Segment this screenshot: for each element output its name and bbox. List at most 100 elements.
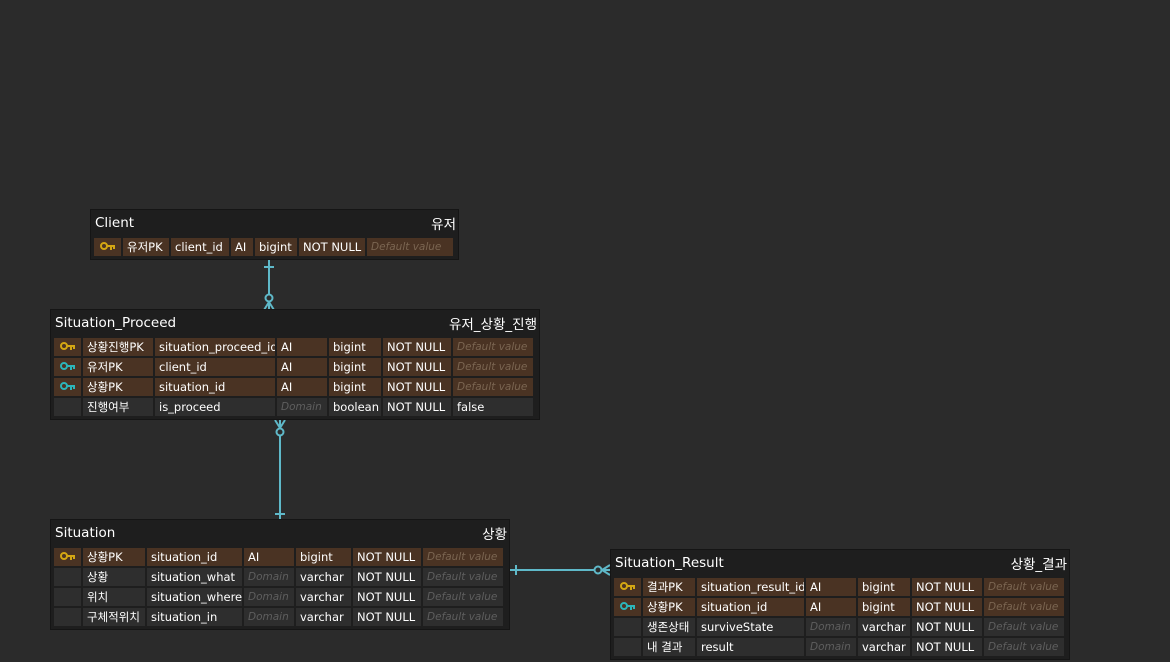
type-cell[interactable]: varchar [858, 638, 910, 656]
nullable-cell[interactable]: NOT NULL [912, 638, 982, 656]
default-cell[interactable]: Default value [423, 568, 503, 586]
physical-name-cell[interactable]: client_id [155, 358, 275, 376]
relation-situation-situation-result[interactable] [510, 564, 611, 576]
column-row[interactable]: 유저PK client_id AI bigint NOT NULL Default val… [54, 358, 537, 376]
logical-name-cell[interactable]: 상황 [83, 568, 145, 586]
physical-name-cell[interactable]: situation_result_id [697, 578, 804, 596]
logical-name-cell[interactable]: 구체적위치 [83, 608, 145, 626]
type-cell[interactable]: boolean [329, 398, 381, 416]
type-cell[interactable]: varchar [296, 568, 351, 586]
entity-situation-result[interactable]: Situation_Result 상황_결과 결과PK situation_res… [610, 549, 1070, 660]
physical-name-cell[interactable]: is_proceed [155, 398, 275, 416]
domain-cell[interactable]: AI [244, 548, 294, 566]
default-cell[interactable]: Default value [423, 608, 503, 626]
type-cell[interactable]: varchar [296, 608, 351, 626]
column-row[interactable]: 상황PK situation_id AI bigint NOT NULL Default … [614, 598, 1067, 616]
default-cell[interactable]: Default value [453, 378, 533, 396]
domain-cell[interactable]: Domain [277, 398, 327, 416]
default-cell[interactable]: Default value [453, 338, 533, 356]
domain-cell[interactable]: Domain [244, 588, 294, 606]
nullable-cell[interactable]: NOT NULL [383, 378, 451, 396]
domain-cell[interactable]: Domain [244, 608, 294, 626]
domain-cell[interactable]: AI [277, 358, 327, 376]
nullable-cell[interactable]: NOT NULL [912, 618, 982, 636]
entity-situation-proceed[interactable]: Situation_Proceed 유저_상황_진행 상황진행PK situati… [50, 309, 540, 420]
nullable-cell[interactable]: NOT NULL [299, 238, 365, 256]
logical-name-cell[interactable]: 유저PK [123, 238, 169, 256]
type-cell[interactable]: bigint [858, 578, 910, 596]
nullable-cell[interactable]: NOT NULL [912, 598, 982, 616]
default-cell[interactable]: Default value [367, 238, 453, 256]
physical-name-cell[interactable]: surviveState [697, 618, 804, 636]
key-cell [54, 588, 81, 606]
domain-cell[interactable]: AI [231, 238, 253, 256]
column-row[interactable]: 결과PK situation_result_id AI bigint NOT NULL D… [614, 578, 1067, 596]
default-cell[interactable]: Default value [423, 588, 503, 606]
type-cell[interactable]: bigint [329, 338, 381, 356]
logical-name-cell[interactable]: 결과PK [643, 578, 695, 596]
logical-name-cell[interactable]: 내 결과 [643, 638, 695, 656]
column-row[interactable]: 내 결과 result Domain varchar NOT NULL Default v… [614, 638, 1067, 656]
physical-name-cell[interactable]: situation_in [147, 608, 242, 626]
domain-cell[interactable]: Domain [244, 568, 294, 586]
default-cell[interactable]: Default value [453, 358, 533, 376]
domain-cell[interactable]: Domain [806, 618, 856, 636]
nullable-cell[interactable]: NOT NULL [383, 398, 451, 416]
logical-name-cell[interactable]: 생존상태 [643, 618, 695, 636]
column-row[interactable]: 상황 situation_what Domain varchar NOT NULL Def… [54, 568, 507, 586]
type-cell[interactable]: bigint [858, 598, 910, 616]
domain-cell[interactable]: AI [277, 338, 327, 356]
domain-cell[interactable]: Domain [806, 638, 856, 656]
type-cell[interactable]: bigint [329, 358, 381, 376]
type-cell[interactable]: bigint [255, 238, 297, 256]
column-row[interactable]: 상황PK situation_id AI bigint NOT NULL Default … [54, 378, 537, 396]
type-cell[interactable]: varchar [858, 618, 910, 636]
column-row[interactable]: 위치 situation_where Domain varchar NOT NULL De… [54, 588, 507, 606]
nullable-cell[interactable]: NOT NULL [353, 568, 421, 586]
physical-name-cell[interactable]: situation_proceed_id [155, 338, 275, 356]
physical-name-cell[interactable]: situation_id [155, 378, 275, 396]
physical-name-cell[interactable]: situation_what [147, 568, 242, 586]
primary-key-icon [99, 238, 116, 256]
domain-cell[interactable]: AI [277, 378, 327, 396]
logical-name-cell[interactable]: 위치 [83, 588, 145, 606]
default-cell[interactable]: Default value [984, 578, 1064, 596]
column-row[interactable]: 구체적위치 situation_in Domain varchar NOT NULL De… [54, 608, 507, 626]
nullable-cell[interactable]: NOT NULL [383, 358, 451, 376]
nullable-cell[interactable]: NOT NULL [353, 548, 421, 566]
logical-name-cell[interactable]: 유저PK [83, 358, 153, 376]
default-cell[interactable]: Default value [984, 618, 1064, 636]
column-row[interactable]: 진행여부 is_proceed Domain boolean NOT NULL false [54, 398, 537, 416]
physical-name-cell[interactable]: result [697, 638, 804, 656]
column-row[interactable]: 생존상태 surviveState Domain varchar NOT NULL Def… [614, 618, 1067, 636]
type-cell[interactable]: bigint [296, 548, 351, 566]
physical-name-cell[interactable]: situation_id [147, 548, 242, 566]
physical-name-cell[interactable]: situation_where [147, 588, 242, 606]
column-row[interactable]: 상황진행PK situation_proceed_id AI bigint NOT NU… [54, 338, 537, 356]
type-cell[interactable]: bigint [329, 378, 381, 396]
default-cell[interactable]: Default value [984, 638, 1064, 656]
nullable-cell[interactable]: NOT NULL [353, 588, 421, 606]
default-cell[interactable]: Default value [423, 548, 503, 566]
default-cell[interactable]: Default value [984, 598, 1064, 616]
column-row[interactable]: 상황PK situation_id AI bigint NOT NULL Default … [54, 548, 507, 566]
logical-name-cell[interactable]: 상황PK [83, 548, 145, 566]
entity-situation[interactable]: Situation 상황 상황PK situation_id AI bigint NOT… [50, 519, 510, 630]
nullable-cell[interactable]: NOT NULL [383, 338, 451, 356]
logical-name-cell[interactable]: 상황PK [643, 598, 695, 616]
entity-client[interactable]: Client 유저 유저PK client_id AI bigint NOT NULL D… [90, 209, 459, 260]
type-cell[interactable]: varchar [296, 588, 351, 606]
domain-cell[interactable]: AI [806, 578, 856, 596]
column-row[interactable]: 유저PK client_id AI bigint NOT NULL Default val… [94, 238, 456, 256]
default-cell[interactable]: false [453, 398, 533, 416]
physical-name-cell[interactable]: client_id [171, 238, 229, 256]
nullable-cell[interactable]: NOT NULL [353, 608, 421, 626]
relation-situation-situation-proceed[interactable] [274, 419, 286, 520]
logical-name-cell[interactable]: 상황PK [83, 378, 153, 396]
nullable-cell[interactable]: NOT NULL [912, 578, 982, 596]
physical-name-cell[interactable]: situation_id [697, 598, 804, 616]
logical-name-cell[interactable]: 진행여부 [83, 398, 153, 416]
domain-cell[interactable]: AI [806, 598, 856, 616]
logical-name-cell[interactable]: 상황진행PK [83, 338, 153, 356]
relation-client-situation-proceed[interactable] [263, 260, 275, 311]
